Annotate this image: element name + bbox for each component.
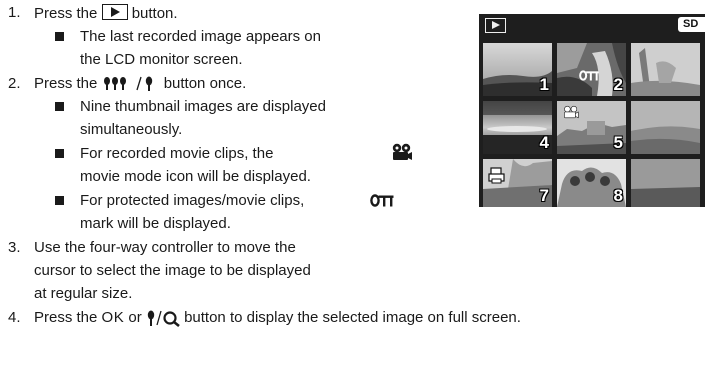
bullet-icon: [55, 32, 64, 41]
lcd-thumbnail-screen: SD 1 2 4 5 7 8: [479, 14, 705, 207]
thumbnail-number: 2: [613, 75, 623, 94]
lcd-status-bar: SD: [479, 14, 705, 36]
thumbnail-6: [631, 101, 700, 154]
playback-mode-icon: [485, 18, 506, 33]
thumbnail-number: 5: [613, 133, 623, 152]
play-button-icon: [101, 4, 128, 20]
thumbnail-2: 2: [557, 43, 626, 96]
step-text: Press the: [34, 309, 102, 326]
movie-mode-icon: [564, 105, 579, 119]
thumbnail-number: 7: [539, 186, 549, 205]
step-text: cursor to select the image to be display…: [34, 262, 311, 279]
thumbnail-image: [631, 159, 700, 207]
bullet-icon: [55, 102, 64, 111]
step-number: 4.: [8, 309, 21, 326]
protect-key-icon: [579, 70, 599, 81]
print-order-icon: [488, 167, 505, 184]
sd-card-icon: SD: [678, 17, 705, 32]
zoom-button-icon: [147, 310, 180, 327]
step-text: or: [124, 309, 146, 326]
ok-button-label: OK: [101, 309, 125, 326]
step-text: at regular size.: [34, 285, 133, 302]
thumbnail-7: 7: [483, 159, 552, 207]
thumbnail-image: [631, 101, 700, 154]
step-text: button once.: [159, 75, 247, 92]
bullet-text: the LCD monitor screen.: [80, 51, 243, 68]
step-number: 2.: [8, 75, 21, 92]
step-text: Use the four-way controller to move the: [34, 239, 296, 256]
bullet-text: mark will be displayed.: [80, 215, 231, 232]
thumbnail-number: 4: [539, 133, 549, 152]
step-text: Press the: [34, 75, 102, 92]
movie-mode-icon: [392, 143, 412, 160]
bullet-icon: [55, 196, 64, 205]
step-text: button.: [127, 5, 178, 22]
thumbnail-1: 1: [483, 43, 552, 96]
thumbnail-number: 1: [539, 75, 549, 94]
thumbnail-button-icon: [103, 76, 152, 92]
bullet-text: movie mode icon will be displayed.: [80, 168, 311, 185]
thumbnail-9-selected: [631, 159, 700, 207]
step-text: button to display the selected image on …: [179, 309, 521, 326]
bullet-text: Nine thumbnail images are displayed: [80, 98, 326, 115]
bullet-icon: [55, 149, 64, 158]
step-number: 3.: [8, 239, 21, 256]
protect-key-icon: [370, 194, 394, 207]
thumbnail-3: [631, 43, 700, 96]
thumbnail-4: 4: [483, 101, 552, 154]
bullet-text: The last recorded image appears on: [80, 28, 321, 45]
bullet-text: simultaneously.: [80, 121, 183, 138]
thumbnail-number: 8: [613, 186, 623, 205]
step-text: Press the: [34, 5, 102, 22]
thumbnail-5: 5: [557, 101, 626, 154]
bullet-text: For recorded movie clips, the: [80, 145, 274, 162]
thumbnail-image: [631, 43, 700, 96]
thumbnail-8: 8: [557, 159, 626, 207]
step-number: 1.: [8, 4, 21, 21]
bullet-text: For protected images/movie clips,: [80, 192, 305, 209]
